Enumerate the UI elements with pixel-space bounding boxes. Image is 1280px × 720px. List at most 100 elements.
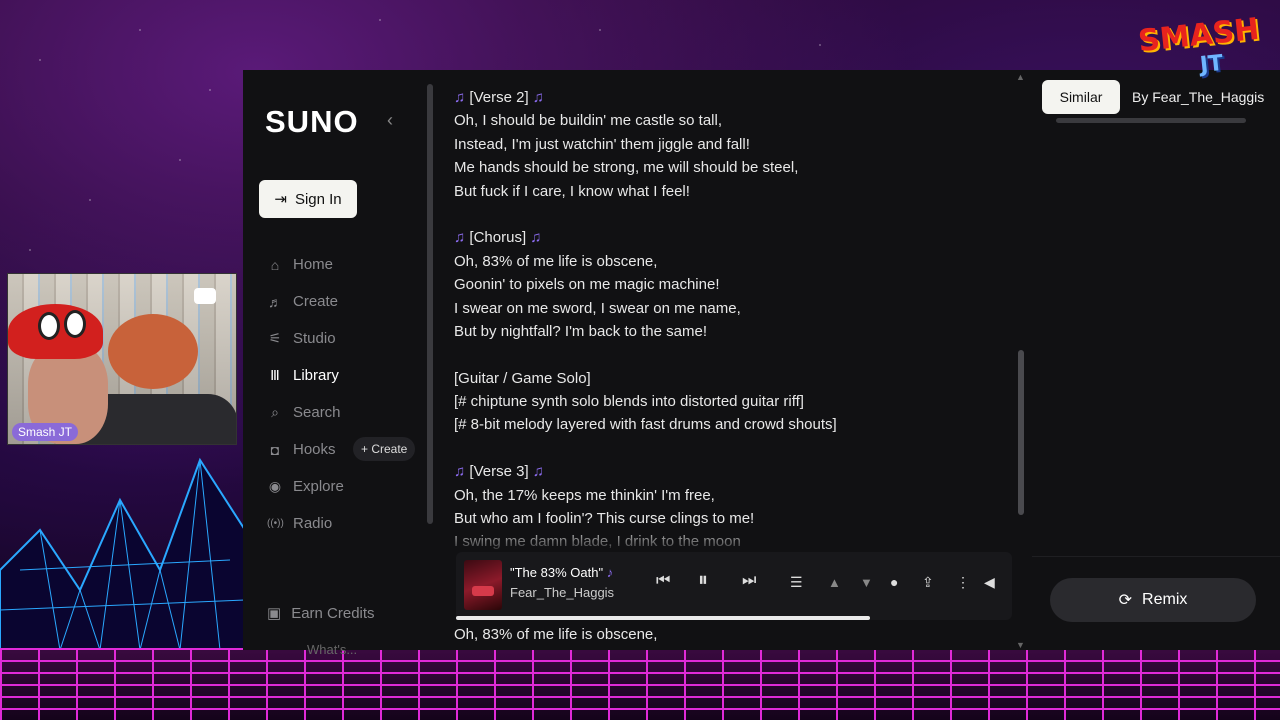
studio-icon: ⚟ <box>268 330 282 346</box>
remix-icon: ⟳ <box>1118 592 1133 609</box>
sidebar-item-studio[interactable]: ⚟ Studio <box>267 320 427 357</box>
hat-eye <box>64 310 86 338</box>
lyric-line: Oh, the 17% keeps me thinkin' I'm free, <box>454 486 715 504</box>
music-note-icon: ♫ <box>454 229 470 247</box>
thumbs-down-icon[interactable]: ▼ <box>860 575 873 590</box>
music-note-icon: ♬ <box>268 293 282 310</box>
progress-bar[interactable] <box>456 616 870 620</box>
sidebar-item-create[interactable]: ♬ Create <box>267 283 427 320</box>
previous-icon[interactable]: ⏮ <box>656 572 670 590</box>
hooks-create-button[interactable]: + Create <box>353 437 416 461</box>
lyric-line: [# 8-bit melody layered with fast drums … <box>454 416 837 434</box>
music-note-icon: ♫ <box>454 463 470 481</box>
lyric-line: But by nightfall? I'm back to the same! <box>454 322 707 340</box>
sidebar-item-label: Home <box>293 256 334 273</box>
lyric-line: Instead, I'm just watchin' them jiggle a… <box>454 135 750 153</box>
player-track-title[interactable]: "The 83% Oath" ♪ <box>510 565 613 580</box>
lyric-line: Oh, 83% of me life is obscene, <box>454 252 658 270</box>
lyric-line: Oh, 83% of me life is obscene, <box>454 626 658 643</box>
lyric-line: ♫ [Verse 2] ♫ <box>454 89 545 106</box>
music-note-icon: ♫ <box>528 89 545 106</box>
lyric-line <box>454 437 1014 460</box>
music-note-icon: ♫ <box>528 463 545 481</box>
hat-eye <box>38 312 60 340</box>
comment-icon[interactable]: ● <box>890 574 898 590</box>
gift-icon: ▣ <box>267 605 282 622</box>
sidebar-item-home[interactable]: ⌂ Home <box>267 246 427 283</box>
sidebar-item-radio[interactable]: ((•)) Radio <box>267 505 427 542</box>
earn-credits-link[interactable]: ▣ Earn Credits <box>267 604 375 623</box>
album-art[interactable] <box>464 560 502 610</box>
sidebar-item-label: Radio <box>293 515 333 532</box>
music-note-icon: ♫ <box>454 89 470 106</box>
logo-text-smash: SMASH <box>1136 11 1261 60</box>
music-note-icon: ♫ <box>526 229 542 247</box>
lyrics-text: ♫ [Verse 2] ♫ Oh, I should be buildin' me… <box>454 86 1014 554</box>
share-icon[interactable]: ⇪ <box>922 574 934 591</box>
lyric-line: Me hands should be strong, me will shoul… <box>454 159 799 177</box>
radio-icon: ((•)) <box>267 518 284 529</box>
lyric-line <box>454 203 1014 226</box>
collapse-sidebar-icon[interactable]: ‹ <box>387 110 393 131</box>
sidebar-item-label: Search <box>293 404 341 421</box>
library-icon: Ⅲ <box>270 367 280 383</box>
volume-icon[interactable]: ◀ <box>984 574 995 591</box>
sidebar-item-label: Explore <box>293 478 344 495</box>
sidebar-item-search[interactable]: ⌕ Search <box>267 394 427 431</box>
divider <box>1032 556 1280 557</box>
neon-grid-floor <box>0 648 1280 720</box>
music-note-icon: ♪ <box>606 565 614 580</box>
pause-icon[interactable]: ⏸ <box>698 569 708 592</box>
lyric-line: [Guitar / Game Solo] <box>454 369 591 387</box>
tab-by-artist[interactable]: By Fear_The_Haggis <box>1132 80 1264 114</box>
lyric-line <box>454 343 1014 366</box>
sidebar-scrollbar[interactable] <box>427 84 433 524</box>
thumbs-up-icon[interactable]: ▲ <box>828 575 841 590</box>
scroll-down-icon[interactable]: ▼ <box>1016 640 1025 650</box>
search-icon: ⌕ <box>271 404 279 420</box>
sign-in-label: Sign In <box>294 190 342 208</box>
logo-text-jt: JT <box>1198 50 1225 79</box>
tab-similar[interactable]: Similar <box>1042 80 1120 114</box>
lyric-line: ♫ [Verse 3] ♫ <box>454 463 545 481</box>
sidebar-item-library[interactable]: Ⅲ Library <box>267 357 427 394</box>
whats-new-link[interactable]: What's... <box>307 642 357 657</box>
lyric-line: Oh, I should be buildin' me castle so ta… <box>454 112 723 130</box>
player-artist[interactable]: Fear_The_Haggis <box>510 585 614 600</box>
queue-icon[interactable]: ☰ <box>790 574 803 591</box>
lyric-line: Goonin' to pixels on me magic machine! <box>454 276 720 294</box>
explore-icon: ◉ <box>268 478 282 494</box>
sidebar-item-hooks[interactable]: ◘ Hooks + Create <box>267 431 427 468</box>
next-icon[interactable]: ⏭ <box>742 572 756 590</box>
sidebar-item-label: Studio <box>293 330 336 347</box>
sidebar-item-label: Library <box>293 367 339 384</box>
sign-in-icon: ⇥ <box>274 191 287 208</box>
webcam-overlay <box>7 273 237 445</box>
plush-toy <box>108 314 198 389</box>
hooks-icon: ◘ <box>270 441 280 458</box>
lyrics-fade <box>436 525 1032 555</box>
home-icon: ⌂ <box>270 256 280 273</box>
track-title-text: "The 83% Oath" <box>510 565 604 580</box>
remix-button[interactable]: ⟳ Remix <box>1050 578 1256 622</box>
more-icon[interactable]: ⋮ <box>956 574 970 591</box>
lyric-line: [# chiptune synth solo blends into disto… <box>454 393 804 411</box>
lyric-line: But fuck if I care, I know what I feel! <box>454 182 690 200</box>
scroll-up-icon[interactable]: ▲ <box>1016 72 1025 82</box>
lyric-line: ♫ [Chorus] ♫ <box>454 229 542 247</box>
sidebar-item-label: Hooks <box>293 441 336 458</box>
remix-label: Remix <box>1142 591 1188 608</box>
suno-logo[interactable]: SUNO <box>265 104 359 140</box>
sidebar-item-explore[interactable]: ◉ Explore <box>267 468 427 505</box>
tabs-scrollbar[interactable] <box>1056 118 1246 123</box>
neon-mountains-decoration <box>0 457 245 650</box>
sidebar: SUNO ‹ ⇥ Sign In ⌂ Home ♬ Create ⚟ Studi… <box>243 70 436 657</box>
lyrics-scrollbar[interactable] <box>1018 350 1024 515</box>
player-bar: "The 83% Oath" ♪ Fear_The_Haggis ⏮ ⏸ ⏭ ☰… <box>456 552 1012 620</box>
youtube-icon <box>194 288 216 304</box>
lyric-line: I swear on me sword, I swear on me name, <box>454 299 741 317</box>
sidebar-nav: ⌂ Home ♬ Create ⚟ Studio Ⅲ Library ⌕ Sea… <box>267 246 427 542</box>
sign-in-button[interactable]: ⇥ Sign In <box>259 180 357 218</box>
right-panel: Similar By Fear_The_Haggis ⟳ Remix <box>1032 70 1280 650</box>
earn-credits-label: Earn Credits <box>291 604 375 622</box>
